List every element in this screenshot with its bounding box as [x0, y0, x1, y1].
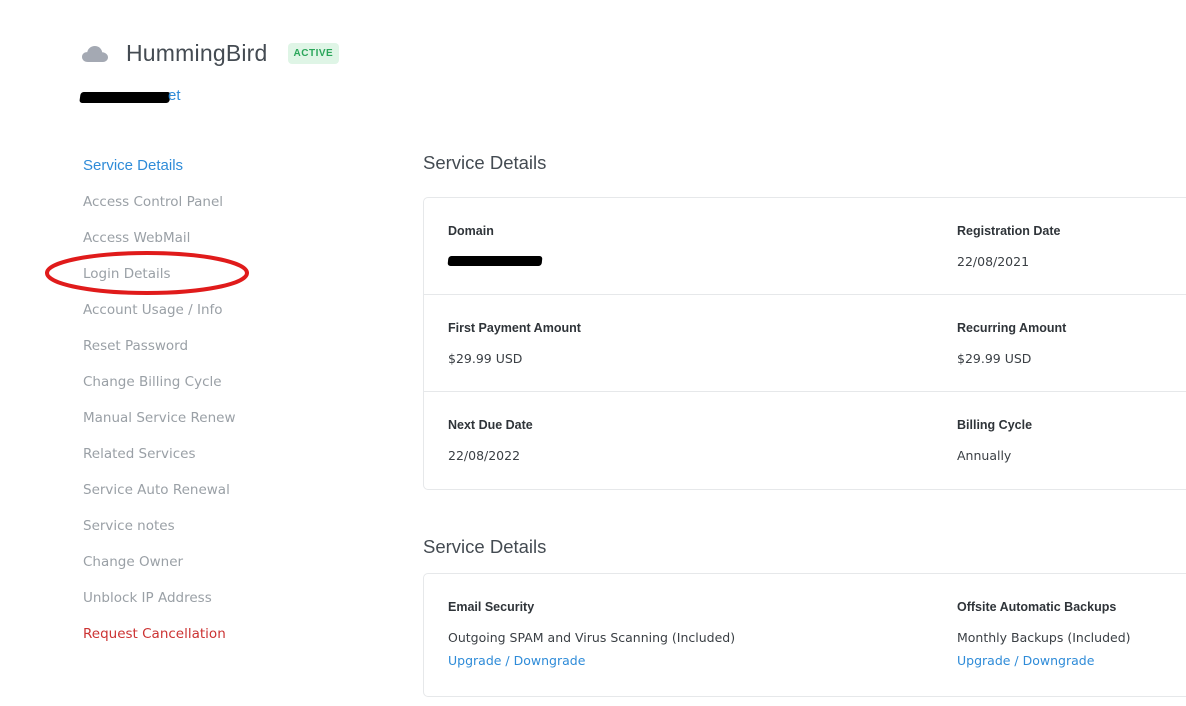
- redacted-link-tail[interactable]: et: [168, 87, 181, 104]
- next-due-date-value: 22/08/2022: [448, 448, 521, 463]
- sidebar-item-access-webmail[interactable]: Access WebMail: [83, 222, 303, 258]
- redacted-domain-link[interactable]: et: [79, 87, 182, 106]
- service-details-title: Service Details: [423, 152, 547, 173]
- card-row: First Payment Amount $29.99 USD Recurrin…: [424, 295, 1186, 392]
- redaction-bar: [79, 92, 171, 103]
- sidebar-item-manual-service-renew[interactable]: Manual Service Renew: [83, 402, 303, 438]
- sidebar-item-service-auto-renewal[interactable]: Service Auto Renewal: [83, 474, 303, 510]
- billing-cycle-field: Billing Cycle Annually: [957, 418, 1032, 463]
- billing-cycle-value: Annually: [957, 448, 1012, 463]
- service-details-card: Domain Registration Date 22/08/2021 Firs…: [423, 197, 1186, 490]
- registration-date-value: 22/08/2021: [957, 254, 1030, 269]
- sidebar-item-access-control-panel[interactable]: Access Control Panel: [83, 186, 303, 222]
- cloud-icon: [82, 45, 108, 62]
- backups-field: Offsite Automatic Backups Monthly Backup…: [957, 600, 1131, 668]
- sidebar-item-service-details[interactable]: Service Details: [83, 150, 303, 186]
- sidebar-item-change-owner[interactable]: Change Owner: [83, 546, 303, 582]
- domain-label: Domain: [448, 224, 494, 238]
- sidebar-menu: Service Details Access Control Panel Acc…: [83, 150, 303, 654]
- first-payment-label: First Payment Amount: [448, 321, 581, 335]
- recurring-amount-value: $29.99 USD: [957, 351, 1032, 366]
- product-title: HummingBird: [126, 40, 268, 66]
- card-row: Domain Registration Date 22/08/2021: [424, 198, 1186, 295]
- first-payment-value: $29.99 USD: [448, 351, 523, 366]
- domain-field: Domain: [447, 224, 543, 266]
- email-security-label: Email Security: [448, 600, 535, 614]
- addons-section-title: Service Details: [423, 536, 547, 557]
- sidebar-item-account-usage[interactable]: Account Usage / Info: [83, 294, 303, 330]
- recurring-amount-field: Recurring Amount $29.99 USD: [957, 321, 1066, 366]
- domain-redaction: [447, 256, 543, 266]
- recurring-amount-label: Recurring Amount: [957, 321, 1067, 335]
- next-due-date-label: Next Due Date: [448, 418, 533, 432]
- sidebar-item-reset-password[interactable]: Reset Password: [83, 330, 303, 366]
- sidebar-item-unblock-ip[interactable]: Unblock IP Address: [83, 582, 303, 618]
- card-row: Next Due Date 22/08/2022 Billing Cycle A…: [424, 392, 1186, 489]
- email-security-upgrade-link[interactable]: Upgrade / Downgrade: [448, 653, 735, 668]
- next-due-date-field: Next Due Date 22/08/2022: [448, 418, 533, 463]
- billing-cycle-label: Billing Cycle: [957, 418, 1033, 432]
- sidebar-item-change-billing-cycle[interactable]: Change Billing Cycle: [83, 366, 303, 402]
- service-header: HummingBird ACTIVE: [82, 40, 340, 67]
- backups-upgrade-link[interactable]: Upgrade / Downgrade: [957, 653, 1131, 668]
- backups-value: Monthly Backups (Included): [957, 630, 1131, 645]
- sidebar-item-login-details[interactable]: Login Details: [83, 258, 303, 294]
- first-payment-field: First Payment Amount $29.99 USD: [448, 321, 581, 366]
- card-row: Email Security Outgoing SPAM and Virus S…: [424, 574, 1186, 696]
- registration-date-field: Registration Date 22/08/2021: [957, 224, 1061, 269]
- sidebar-item-related-services[interactable]: Related Services: [83, 438, 303, 474]
- status-badge: ACTIVE: [287, 43, 340, 64]
- email-security-value: Outgoing SPAM and Virus Scanning (Includ…: [448, 630, 736, 645]
- registration-date-label: Registration Date: [957, 224, 1061, 238]
- sidebar-item-request-cancellation[interactable]: Request Cancellation: [83, 618, 303, 654]
- backups-label: Offsite Automatic Backups: [957, 600, 1117, 614]
- email-security-field: Email Security Outgoing SPAM and Virus S…: [448, 600, 735, 668]
- addons-card: Email Security Outgoing SPAM and Virus S…: [423, 573, 1186, 697]
- sidebar-item-service-notes[interactable]: Service notes: [83, 510, 303, 546]
